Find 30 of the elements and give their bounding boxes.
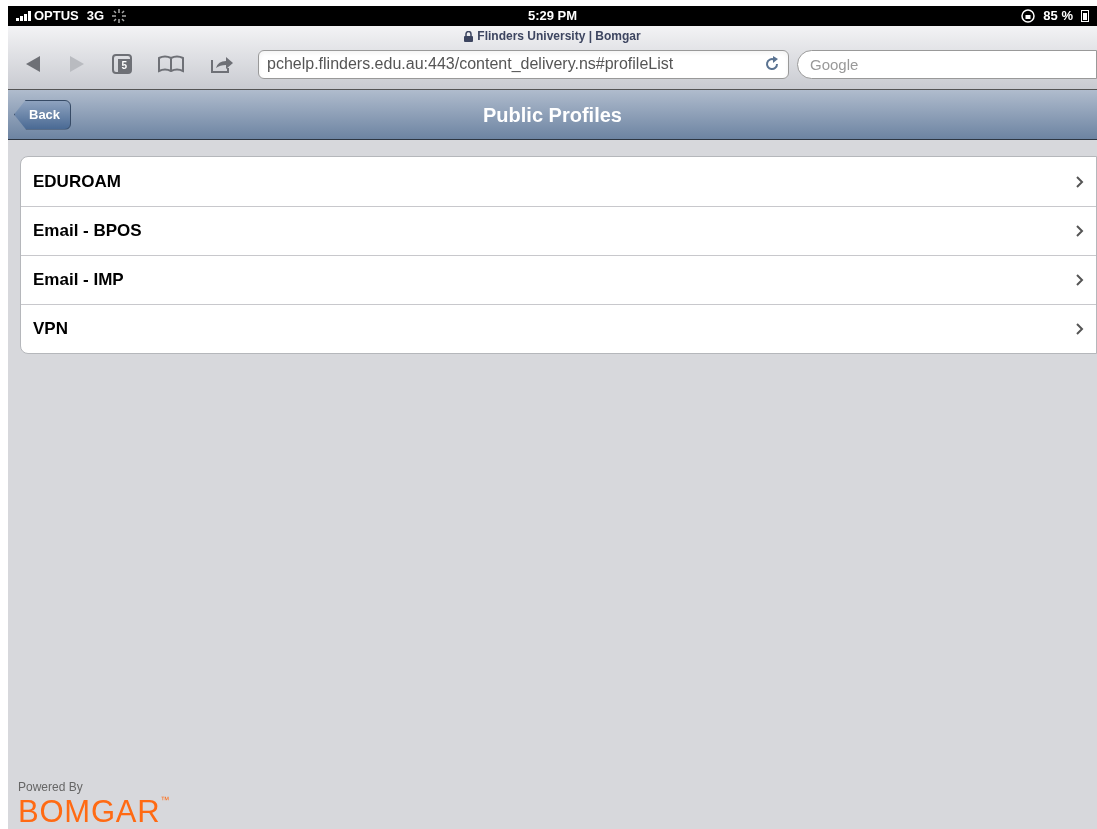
- page-title: Flinders University | Bomgar: [477, 28, 641, 45]
- chevron-icon: [1076, 323, 1084, 335]
- page-heading: Public Profiles: [483, 103, 622, 126]
- profile-item[interactable]: Email - IMP: [21, 255, 1096, 304]
- signal-icon: [16, 11, 34, 21]
- clock-label: 5:29 PM: [527, 8, 578, 24]
- share-icon[interactable]: [210, 54, 234, 74]
- loading-icon: [112, 9, 127, 23]
- back-button[interactable]: Back: [14, 99, 72, 130]
- chevron-icon: [1076, 225, 1084, 237]
- carrier-label: OPTUS: [34, 7, 79, 26]
- powered-by-label: Powered By: [18, 779, 84, 796]
- lock-icon: [464, 30, 474, 42]
- profile-item[interactable]: Email - BPOS: [21, 206, 1096, 255]
- network-label: 3G: [86, 7, 105, 26]
- rotation-lock-icon: [1021, 9, 1036, 23]
- profile-item[interactable]: VPN: [21, 304, 1096, 353]
- chevron-icon: [1076, 175, 1084, 188]
- book-icon[interactable]: [158, 55, 184, 73]
- profile-item[interactable]: EDUROAM: [21, 157, 1096, 206]
- url-field[interactable]: pchelp.flinders.edu.au:443/content_delivery.ns#profileList: [258, 49, 789, 79]
- back-arrow-icon[interactable]: [24, 55, 42, 73]
- reload-icon[interactable]: [764, 56, 780, 72]
- battery-icon: [1081, 10, 1089, 22]
- trademark-mark: ™: [160, 796, 170, 805]
- tabs-button[interactable]: 5: [112, 54, 132, 74]
- brand-logo: BOMGAR: [18, 796, 161, 827]
- battery-label: 85 %: [1043, 7, 1073, 26]
- search-field[interactable]: Google: [797, 49, 1097, 79]
- chevron-icon: [1076, 274, 1084, 286]
